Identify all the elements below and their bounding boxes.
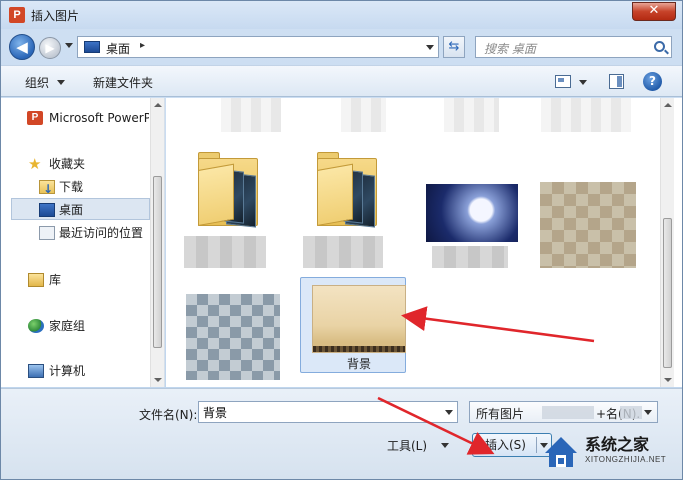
forward-button[interactable]: ▶ bbox=[39, 37, 61, 59]
desktop-icon bbox=[39, 203, 55, 217]
sidebar-item-recent-places[interactable]: 最近访问的位置 bbox=[1, 222, 149, 244]
pixelated-region bbox=[341, 98, 386, 132]
search-input[interactable]: 搜索 桌面 bbox=[475, 36, 672, 58]
star-icon: ★ bbox=[28, 155, 42, 173]
sidebar-scrollbar[interactable] bbox=[150, 98, 164, 387]
filename-history-chevron-icon[interactable] bbox=[445, 410, 453, 415]
back-button[interactable]: ◀ bbox=[9, 34, 35, 60]
file-list-scrollbar[interactable] bbox=[660, 98, 674, 387]
filename-field[interactable] bbox=[198, 401, 458, 423]
desktop-icon bbox=[84, 41, 100, 53]
recent-places-icon bbox=[39, 226, 55, 240]
file-item-image[interactable] bbox=[424, 180, 524, 270]
sidebar-item-label: 最近访问的位置 bbox=[59, 226, 144, 240]
homegroup-icon bbox=[28, 319, 44, 333]
file-label: 背景 bbox=[346, 357, 371, 371]
pixelated-region bbox=[221, 98, 281, 132]
insert-picture-dialog: P 插入图片 ✕ ◀ ▶ 桌面 ▸ ⇆ 搜索 桌面 组织 新建文件夹 ? P M… bbox=[0, 0, 683, 480]
scroll-down-icon[interactable] bbox=[664, 378, 672, 382]
view-chevron-icon[interactable] bbox=[579, 80, 587, 85]
download-folder-icon bbox=[39, 178, 55, 198]
sidebar-item-libraries[interactable]: 库 bbox=[1, 269, 149, 291]
address-location[interactable]: 桌面 bbox=[106, 40, 130, 57]
file-list: 背景 bbox=[166, 98, 682, 387]
scroll-up-icon[interactable] bbox=[664, 103, 672, 107]
filename-input[interactable] bbox=[203, 404, 439, 420]
pixelated-thumbnail bbox=[186, 294, 280, 380]
powerpoint-icon: P bbox=[27, 111, 43, 125]
sidebar-item-favorites[interactable]: ★ 收藏夹 bbox=[1, 153, 149, 175]
file-item-folder[interactable] bbox=[303, 140, 403, 270]
file-type-select[interactable]: 所有图片 +名(N). bbox=[469, 401, 658, 423]
file-item-image-selected[interactable]: 背景 bbox=[300, 277, 406, 373]
site-watermark: 系统之家 XITONGZHIJIA.NET bbox=[541, 429, 681, 479]
computer-icon bbox=[28, 364, 44, 378]
sidebar-item-label: 桌面 bbox=[59, 203, 84, 217]
sidebar-item-label: 下载 bbox=[59, 180, 84, 194]
sidebar-item-homegroup[interactable]: 家庭组 bbox=[1, 315, 149, 337]
file-item-folder[interactable] bbox=[184, 140, 284, 270]
view-options-icon[interactable] bbox=[555, 75, 571, 88]
insert-button[interactable]: 插入(S) bbox=[472, 433, 552, 457]
help-icon[interactable]: ? bbox=[643, 72, 662, 91]
search-placeholder: 搜索 桌面 bbox=[484, 42, 536, 56]
new-folder-button[interactable]: 新建文件夹 bbox=[93, 74, 153, 91]
powerpoint-icon: P bbox=[9, 7, 25, 23]
folder-front-panel bbox=[198, 163, 234, 226]
sidebar-item-powerpoint[interactable]: P Microsoft PowerPoint bbox=[1, 107, 149, 129]
library-icon bbox=[28, 273, 44, 287]
address-row: ◀ ▶ 桌面 ▸ ⇆ 搜索 桌面 bbox=[1, 31, 682, 63]
scroll-down-icon[interactable] bbox=[154, 378, 162, 382]
sidebar-item-label: Microsoft PowerPoint bbox=[49, 111, 149, 125]
file-item-image[interactable] bbox=[186, 294, 286, 384]
command-toolbar: 组织 新建文件夹 ? bbox=[1, 65, 682, 97]
split-divider bbox=[536, 437, 537, 453]
window-title: 插入图片 bbox=[31, 9, 80, 23]
sidebar-item-label: 库 bbox=[49, 273, 62, 287]
filename-label: 文件名(N): bbox=[139, 408, 198, 422]
search-icon[interactable] bbox=[654, 41, 665, 52]
scroll-thumb[interactable] bbox=[663, 218, 672, 368]
sidebar-item-label: 收藏夹 bbox=[49, 157, 86, 171]
chevron-down-icon[interactable] bbox=[644, 410, 652, 415]
breadcrumb-separator-icon[interactable]: ▸ bbox=[140, 40, 145, 51]
watermark-url: XITONGZHIJIA.NET bbox=[585, 455, 667, 464]
watermark-logo-icon bbox=[545, 437, 577, 467]
pixelated-region bbox=[620, 406, 642, 419]
recent-pages-chevron-icon[interactable] bbox=[65, 43, 73, 48]
scroll-thumb[interactable] bbox=[153, 176, 162, 348]
file-item-image[interactable] bbox=[540, 182, 640, 272]
pixelated-label bbox=[184, 236, 266, 268]
refresh-button[interactable]: ⇆ bbox=[443, 36, 465, 58]
pixelated-label bbox=[432, 246, 508, 268]
organize-chevron-icon[interactable] bbox=[57, 80, 65, 85]
pixelated-region bbox=[541, 98, 631, 132]
scroll-up-icon[interactable] bbox=[154, 103, 162, 107]
pixelated-region bbox=[444, 98, 499, 132]
folder-front-panel bbox=[317, 163, 353, 226]
navigation-pane: P Microsoft PowerPoint ★ 收藏夹 下载 桌面 最近访问的… bbox=[1, 98, 165, 387]
file-type-value: 所有图片 bbox=[476, 407, 525, 421]
pixelated-thumbnail bbox=[540, 182, 636, 268]
sidebar-item-computer[interactable]: 计算机 bbox=[1, 360, 149, 382]
address-history-chevron-icon[interactable] bbox=[426, 45, 434, 50]
parchment-thumbnail bbox=[312, 285, 406, 353]
pixelated-label bbox=[303, 236, 383, 268]
organize-button[interactable]: 组织 bbox=[25, 74, 49, 91]
watermark-name: 系统之家 bbox=[585, 435, 650, 454]
moon-night-thumbnail bbox=[426, 184, 518, 242]
sidebar-item-downloads[interactable]: 下载 bbox=[1, 176, 149, 198]
insert-button-label: 插入(S) bbox=[485, 438, 526, 452]
title-bar[interactable]: P 插入图片 ✕ bbox=[1, 1, 682, 29]
tools-chevron-icon[interactable] bbox=[441, 443, 449, 448]
sidebar-item-desktop[interactable]: 桌面 bbox=[11, 198, 150, 220]
address-bar[interactable]: 桌面 ▸ bbox=[77, 36, 439, 58]
tools-button[interactable]: 工具(L) bbox=[387, 437, 427, 454]
pixelated-region bbox=[542, 406, 594, 419]
close-button[interactable]: ✕ bbox=[632, 2, 676, 21]
sidebar-item-label: 计算机 bbox=[49, 364, 86, 378]
preview-pane-icon[interactable] bbox=[609, 74, 624, 89]
sidebar-item-label: 家庭组 bbox=[49, 319, 86, 333]
